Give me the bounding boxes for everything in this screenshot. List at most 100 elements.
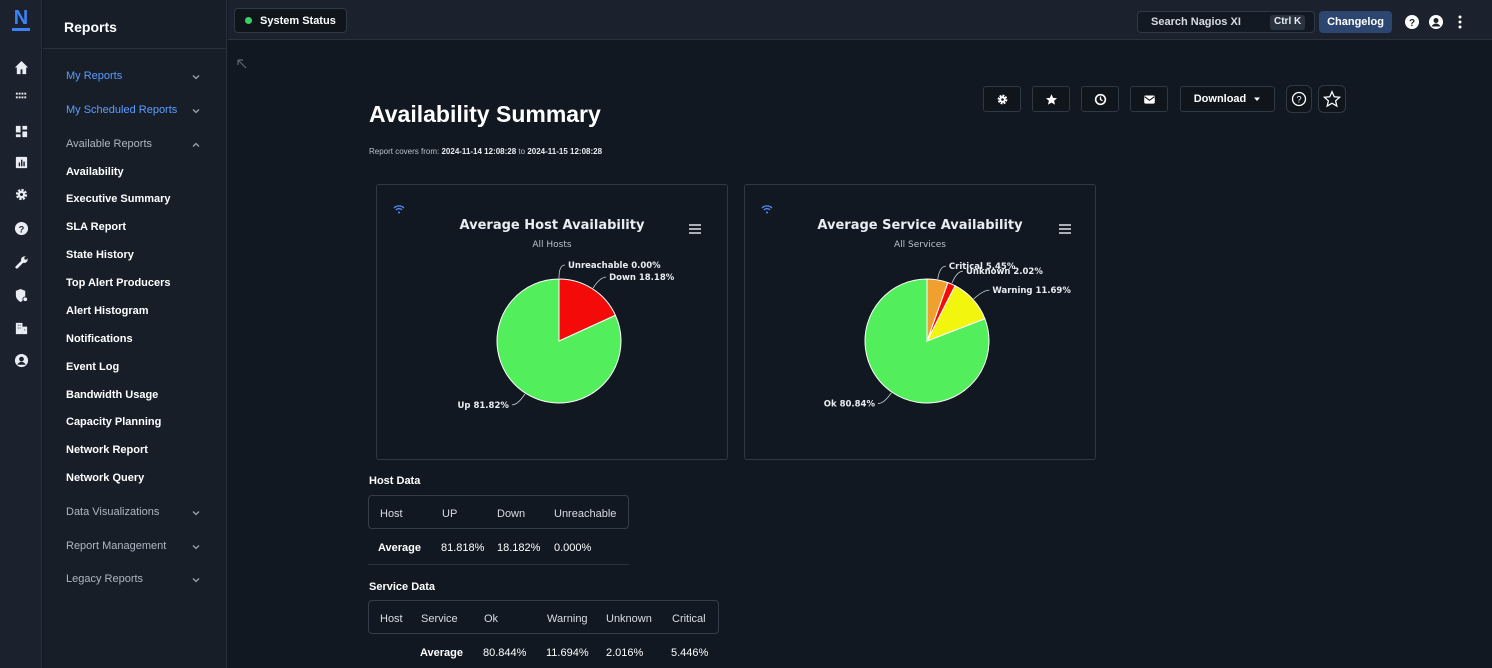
- sidebar-divider: [43, 48, 227, 49]
- more-vertical-icon[interactable]: [1452, 14, 1468, 30]
- chevron-down-icon[interactable]: [191, 106, 201, 116]
- host-data-header: Host UP Down Unreachable: [368, 495, 629, 529]
- chevron-down-icon[interactable]: [191, 72, 201, 82]
- help-icon[interactable]: ?: [1404, 14, 1420, 30]
- sidebar-item-sla-report[interactable]: SLA Report: [66, 221, 126, 233]
- column-header: Down: [497, 508, 526, 520]
- chevron-down-icon[interactable]: [191, 542, 201, 552]
- help-icon[interactable]: ?: [11, 218, 31, 238]
- range-start: 2024-11-14 12:08:28: [441, 147, 517, 156]
- star-icon: [1045, 93, 1057, 105]
- column-header: Critical: [672, 613, 706, 625]
- sidebar-item-notifications[interactable]: Notifications: [66, 333, 133, 345]
- host-leader-unreachable: [558, 264, 566, 279]
- settings-gear-icon[interactable]: [11, 184, 31, 204]
- column-header: Unreachable: [554, 508, 617, 520]
- table-cell: 11.694%: [546, 647, 589, 659]
- sidebar-item-network-report[interactable]: Network Report: [66, 444, 148, 456]
- svg-text:?: ?: [18, 224, 24, 234]
- help-button[interactable]: ?: [1286, 85, 1312, 113]
- sidebar-item-state-history[interactable]: State History: [66, 249, 134, 261]
- sidebar-title: Reports: [64, 19, 117, 35]
- service-data-title: Service Data: [369, 581, 436, 593]
- sidebar-item-availability[interactable]: Availability: [66, 166, 124, 178]
- report-range: Report covers from: 2024-11-14 12:08:28 …: [369, 147, 602, 156]
- sidebar-group-legacy-reports[interactable]: Legacy Reports: [66, 573, 143, 585]
- range-prefix: Report covers from:: [369, 147, 442, 156]
- gear-icon: [997, 94, 1007, 104]
- column-header: UP: [442, 508, 458, 520]
- sidebar-item-bandwidth-usage[interactable]: Bandwidth Usage: [66, 389, 158, 401]
- service-data-label-critical: Critical 5.45%: [949, 262, 1016, 272]
- column-header: Service: [421, 613, 458, 625]
- app-root: N ? Reports My Reports My Scheduled Repo…: [0, 0, 1492, 668]
- changelog-button[interactable]: Changelog: [1319, 11, 1392, 33]
- system-status-button[interactable]: System Status: [234, 8, 347, 33]
- sidebar-group-report-management[interactable]: Report Management: [66, 540, 166, 552]
- range-mid: to: [516, 147, 528, 156]
- sidebar-group-data-visualizations[interactable]: Data Visualizations: [66, 506, 159, 518]
- dashboard-icon[interactable]: [11, 121, 31, 141]
- table-cell: 5.446%: [671, 647, 709, 659]
- column-header: Host: [380, 508, 403, 520]
- service-leader-ok: [877, 392, 892, 404]
- service-data-header: Host Service Ok Warning Unknown Critical: [368, 600, 719, 634]
- search-input[interactable]: Search Nagios XI Ctrl K: [1137, 11, 1315, 33]
- email-button[interactable]: [1130, 86, 1168, 112]
- nagios-logo[interactable]: N: [12, 8, 30, 31]
- service-availability-chart: Average Service Availability All Service…: [744, 184, 1096, 460]
- svg-text:?: ?: [1409, 18, 1415, 29]
- service-pie-svg: Ok 80.84%Warning 11.69%Unknown 2.02%Crit…: [824, 262, 1072, 410]
- top-bar: System Status Search Nagios XI Ctrl K Ch…: [228, 0, 1492, 40]
- favorite-button[interactable]: [1032, 86, 1070, 112]
- security-shield-icon[interactable]: [11, 285, 31, 305]
- search-placeholder: Search Nagios XI: [1151, 16, 1241, 28]
- table-cell: 0.000%: [554, 542, 592, 554]
- wrench-icon[interactable]: [11, 252, 31, 272]
- sidebar-item-top-alert-producers[interactable]: Top Alert Producers: [66, 277, 171, 289]
- settings-button[interactable]: [983, 86, 1021, 112]
- chevron-down-icon[interactable]: [191, 508, 201, 518]
- reports-icon[interactable]: [11, 152, 31, 172]
- system-status-label: System Status: [260, 14, 336, 27]
- page-title: Availability Summary: [369, 101, 601, 127]
- question-circle-icon: ?: [1291, 91, 1307, 107]
- sidebar-item-executive-summary[interactable]: Executive Summary: [66, 193, 171, 205]
- host-leader-down: [592, 276, 607, 289]
- sidebar-item-capacity-planning[interactable]: Capacity Planning: [66, 416, 161, 428]
- host-data-title: Host Data: [369, 475, 421, 487]
- envelope-icon: [1143, 94, 1155, 104]
- host-availability-chart: Average Host Availability All Hosts Up 8…: [376, 184, 728, 460]
- table-cell: Average: [378, 542, 422, 554]
- column-header: Unknown: [606, 613, 652, 625]
- caret-down-icon: [1254, 97, 1261, 101]
- sidebar-item-alert-histogram[interactable]: Alert Histogram: [66, 305, 149, 317]
- icon-rail: N ?: [0, 0, 42, 668]
- table-cell: 80.844%: [483, 647, 527, 659]
- user-profile-icon[interactable]: [1428, 14, 1444, 30]
- chevron-down-icon[interactable]: [191, 575, 201, 585]
- chevron-up-icon[interactable]: [191, 140, 201, 150]
- sidebar-group-my-reports[interactable]: My Reports: [66, 70, 122, 82]
- sidebar-group-my-scheduled-reports[interactable]: My Scheduled Reports: [66, 104, 177, 116]
- host-data-label-down: Down 18.18%: [609, 273, 675, 283]
- table-cell: Average: [420, 647, 464, 659]
- schedule-button[interactable]: [1081, 86, 1119, 112]
- organization-icon[interactable]: [11, 318, 31, 338]
- download-dropdown[interactable]: Download: [1180, 86, 1275, 112]
- apps-grid-icon[interactable]: [11, 85, 31, 105]
- collapse-arrow-icon[interactable]: [236, 58, 248, 70]
- bookmark-button[interactable]: [1318, 85, 1346, 113]
- user-account-icon[interactable]: [11, 350, 31, 370]
- service-data-label-warning: Warning 11.69%: [992, 286, 1071, 296]
- download-label: Download: [1193, 93, 1247, 105]
- star-outline-icon: [1323, 90, 1341, 108]
- table-cell: 81.818%: [441, 542, 485, 554]
- home-icon[interactable]: [11, 57, 31, 77]
- clock-icon: [1094, 93, 1106, 105]
- sidebar-item-network-query[interactable]: Network Query: [66, 472, 144, 484]
- sidebar-item-event-log[interactable]: Event Log: [66, 361, 119, 373]
- shortcut-badge: Ctrl K: [1270, 15, 1306, 30]
- sidebar-group-available-reports[interactable]: Available Reports: [66, 138, 152, 150]
- service-data-label-ok: Ok 80.84%: [824, 400, 876, 410]
